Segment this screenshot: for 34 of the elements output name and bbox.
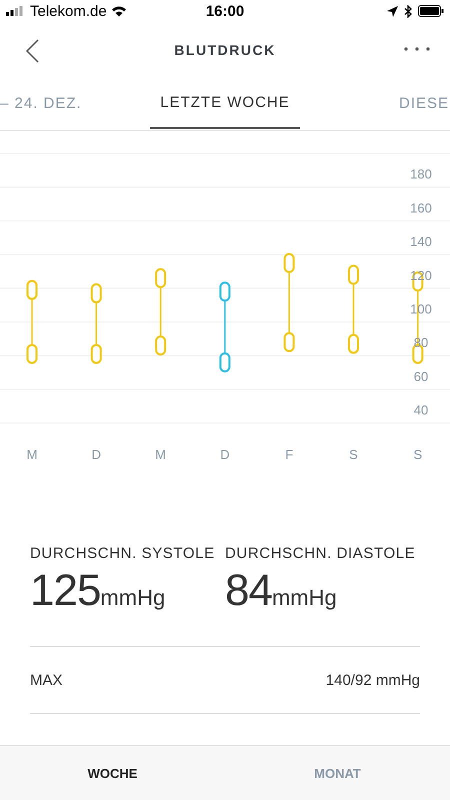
- day-label: M: [26, 447, 38, 462]
- day-label: M: [155, 447, 166, 462]
- unit-label: mmHg: [100, 585, 166, 611]
- max-label: MAX: [30, 672, 63, 688]
- bluetooth-icon: [404, 4, 412, 18]
- stat-label: DURCHSCHN. SYSTOLE: [30, 545, 216, 562]
- stat-value: 125: [30, 566, 100, 616]
- battery-icon: [418, 5, 444, 17]
- axis-label: 160: [410, 200, 432, 216]
- stat-value: 84: [225, 566, 272, 616]
- clock-time: 16:00: [206, 3, 244, 20]
- period-tab[interactable]: – 24. DEZ.: [0, 78, 86, 129]
- bottom-tab[interactable]: WOCHE: [0, 746, 225, 800]
- axis-label: 140: [410, 234, 432, 250]
- max-value: 140/92 mmHg: [326, 672, 420, 688]
- axis-label: 40: [414, 402, 428, 418]
- period-tab[interactable]: LETZTE WOCHE: [150, 78, 300, 129]
- axis-label: 60: [414, 368, 428, 384]
- day-label: S: [413, 447, 422, 462]
- bottom-tab[interactable]: MONAT: [225, 746, 450, 800]
- day-label: D: [92, 447, 101, 462]
- day-label: D: [220, 447, 230, 462]
- page-title: BLUTDRUCK: [174, 42, 276, 58]
- chevron-left-icon: [25, 39, 41, 63]
- location-icon: [387, 6, 398, 16]
- axis-label: 180: [410, 166, 432, 182]
- stat-label: DURCHSCHN. DIASTOLE: [225, 545, 416, 562]
- day-label: S: [349, 447, 358, 462]
- back-button[interactable]: [25, 39, 41, 63]
- unit-label: mmHg: [272, 585, 337, 611]
- carrier-name: Telekom.de: [30, 2, 107, 20]
- day-label: F: [285, 447, 294, 462]
- period-tab[interactable]: DIESE: [395, 78, 450, 129]
- wifi-icon: [110, 5, 127, 17]
